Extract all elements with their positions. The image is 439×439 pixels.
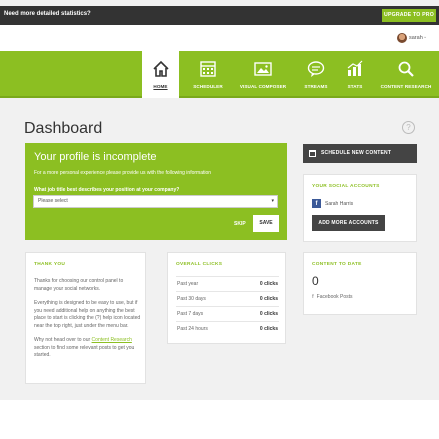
content-count: 0 <box>312 274 319 288</box>
nav-item-scheduler[interactable]: SCHEDULER <box>190 51 226 98</box>
upgrade-to-pro-button[interactable]: UPGRADE TO PRO <box>382 9 436 22</box>
job-title-question: What job title best describes your posit… <box>34 187 180 193</box>
help-icon[interactable]: ? <box>402 121 415 134</box>
bar-chart-icon <box>347 60 363 76</box>
thank-you-text: Thanks for choosing our control panel to… <box>34 278 142 367</box>
nav-item-streams[interactable]: STREAMS <box>299 51 333 98</box>
profile-title: Your profile is incomplete <box>34 151 157 163</box>
job-title-select[interactable]: Please select ▾ <box>33 195 278 208</box>
clicks-period: Past 24 hours <box>177 326 208 332</box>
nav-label-streams: STREAMS <box>304 84 328 89</box>
home-icon <box>152 60 169 77</box>
nav-item-visual-composer[interactable]: VISUAL COMPOSER <box>238 51 288 98</box>
facebook-posts-label: Facebook Posts <box>316 294 353 300</box>
nav-label-scheduler: SCHEDULER <box>193 84 223 89</box>
profile-description: For a more personal experience please pr… <box>34 170 212 176</box>
nav-label-visual-composer: VISUAL COMPOSER <box>239 84 287 89</box>
calendar-icon <box>309 150 316 157</box>
content-to-date-heading: CONTENT TO DATE <box>312 262 362 267</box>
add-more-accounts-button[interactable]: ADD MORE ACCOUNTS <box>312 215 385 231</box>
image-icon <box>254 62 272 76</box>
promo-bar: Need more detailed statistics? UPGRADE T… <box>0 6 439 25</box>
thank-you-text-span: section to find some relevant posts to g… <box>34 344 135 359</box>
calendar-icon <box>200 61 216 77</box>
avatar[interactable] <box>397 33 407 43</box>
footer <box>0 400 439 439</box>
job-title-select-value: Please select <box>38 198 68 204</box>
facebook-icon: f <box>312 294 314 300</box>
clicks-count: 0 clicks <box>259 296 278 302</box>
thank-you-text-span: Why not head over to our <box>34 337 92 343</box>
chevron-down-icon[interactable]: ⌄ <box>423 34 427 40</box>
clicks-period: Past year <box>177 281 199 287</box>
nav-item-home[interactable]: HOME <box>142 51 179 98</box>
skip-link[interactable]: SKIP <box>234 221 246 227</box>
thank-you-paragraph: Why not head over to our Content Researc… <box>34 337 142 360</box>
chat-bubble-icon <box>307 61 325 77</box>
facebook-icon: f <box>312 199 321 208</box>
schedule-new-content-button[interactable]: SCHEDULE NEW CONTENT <box>303 144 417 163</box>
facebook-posts-stat: f Facebook Posts <box>312 294 353 300</box>
promo-text: Need more detailed statistics? <box>4 11 91 17</box>
content-research-link[interactable]: Content Research <box>92 337 132 343</box>
thank-you-card: THANK YOU Thanks for choosing our contro… <box>25 252 146 384</box>
save-button[interactable]: SAVE <box>253 215 279 232</box>
chevron-down-icon: ▾ <box>271 198 274 204</box>
user-menu-name[interactable]: sarah <box>409 35 423 41</box>
user-bar: sarah ⌄ <box>0 25 439 51</box>
thank-you-paragraph: Thanks for choosing our control panel to… <box>34 278 124 292</box>
table-row: Past 24 hours 0 clicks <box>176 321 279 336</box>
profile-incomplete-card: Your profile is incomplete For a more pe… <box>25 143 287 240</box>
nav-label-home: HOME <box>153 84 168 89</box>
main-nav: HOME SCHEDULER VISUAL COMPOSER STREAMS S… <box>0 51 439 98</box>
content-to-date-card: CONTENT TO DATE 0 f Facebook Posts <box>303 252 417 315</box>
table-row: Past year 0 clicks <box>176 276 279 291</box>
clicks-period: Past 30 days <box>177 296 206 302</box>
page-title: Dashboard <box>24 120 103 137</box>
overall-clicks-heading: OVERALL CLICKS <box>176 262 223 267</box>
social-accounts-card: YOUR SOCIAL ACCOUNTS f Sarah Harris ADD … <box>303 174 417 242</box>
nav-item-stats[interactable]: STATS <box>340 51 370 98</box>
table-row: Past 7 days 0 clicks <box>176 306 279 321</box>
clicks-count: 0 clicks <box>259 311 278 317</box>
overall-clicks-card: OVERALL CLICKS Past year 0 clicks Past 3… <box>167 252 286 344</box>
thank-you-heading: THANK YOU <box>34 262 66 267</box>
clicks-count: 0 clicks <box>259 281 278 287</box>
nav-item-content-research[interactable]: CONTENT RESEARCH <box>380 51 432 98</box>
clicks-count: 0 clicks <box>259 326 278 332</box>
social-accounts-heading: YOUR SOCIAL ACCOUNTS <box>312 184 380 189</box>
thank-you-paragraph: Everything is designed to be easy to use… <box>34 300 141 329</box>
nav-label-content-research: CONTENT RESEARCH <box>380 84 432 89</box>
social-account-name: Sarah Harris <box>325 201 354 207</box>
nav-label-stats: STATS <box>347 84 363 89</box>
schedule-label: SCHEDULE NEW CONTENT <box>321 150 392 156</box>
table-row: Past 30 days 0 clicks <box>176 291 279 306</box>
search-icon <box>398 61 414 77</box>
clicks-period: Past 7 days <box>177 311 204 317</box>
